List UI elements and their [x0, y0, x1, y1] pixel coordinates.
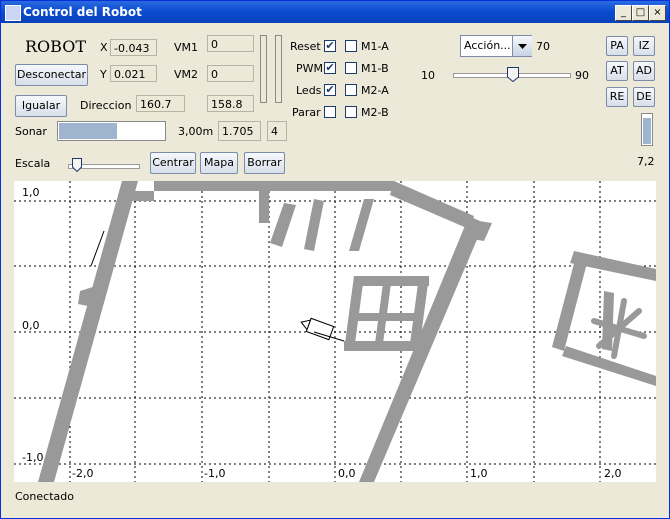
app-icon [5, 5, 21, 21]
check-m1b[interactable] [345, 62, 357, 74]
check-leds-mark: ✔ [325, 83, 335, 96]
center-button[interactable]: Centrar [150, 152, 196, 174]
check-reset-label: Reset [290, 40, 321, 53]
check-leds[interactable]: ✔ [324, 84, 336, 96]
direction-label: Direccion [80, 99, 132, 112]
x-label: X [100, 41, 108, 54]
vm1-label: VM1 [174, 41, 199, 54]
check-m2a-label: M2-A [361, 84, 389, 97]
sonar-label: Sonar [15, 125, 47, 138]
action-dropdown[interactable]: Acción... [460, 35, 532, 57]
check-m2a[interactable] [345, 84, 357, 96]
speed-slider-max: 90 [575, 69, 589, 82]
nav-button-re[interactable]: RE [606, 87, 628, 107]
vm2-label: VM2 [174, 68, 199, 81]
minimize-button[interactable]: _ [615, 5, 632, 21]
robot-title: ROBOT [25, 37, 87, 56]
scale-slider-thumb[interactable] [72, 158, 82, 173]
check-m2b[interactable] [345, 106, 357, 118]
status-text: Conectado [15, 490, 74, 503]
action-value: 70 [536, 40, 550, 53]
vm2-field: 0 [207, 65, 254, 82]
map-snowflake [591, 298, 647, 359]
chevron-down-icon[interactable] [512, 36, 532, 56]
maximize-button[interactable]: □ [632, 5, 649, 21]
vertical-level-fill [643, 118, 651, 144]
vertical-level-value: 7,2 [637, 155, 655, 168]
y-label-neg1: -1,0 [22, 451, 43, 464]
check-pwm-mark: ✔ [325, 61, 335, 74]
window-title: Control del Robot [23, 5, 142, 19]
vm1-level-bar [260, 35, 267, 103]
nav-button-iz[interactable]: IZ [633, 36, 655, 56]
sonar-range: 3,00m [178, 125, 214, 138]
vm2-level-bar [275, 35, 282, 103]
x-label-2: 2,0 [604, 467, 622, 480]
check-m1a-label: M1-A [361, 40, 389, 53]
x-label-1: 1,0 [470, 467, 488, 480]
action-dropdown-value: Acción... [464, 39, 511, 52]
direction-field-2: 158.8 [207, 95, 254, 112]
check-leds-label: Leds [296, 84, 322, 97]
sonar-bar [57, 121, 166, 141]
vm1-field: 0 [207, 35, 254, 52]
check-pwm-label: PWM [296, 62, 324, 75]
nav-button-pa[interactable]: PA [606, 36, 628, 56]
y-label: Y [100, 68, 107, 81]
map-button[interactable]: Mapa [200, 152, 238, 174]
check-parar-label: Parar [292, 106, 321, 119]
speed-slider-thumb[interactable] [507, 67, 519, 83]
scale-label: Escala [15, 157, 51, 170]
sonar-value-field: 1.705 [218, 121, 261, 141]
nav-button-ad[interactable]: AD [633, 61, 655, 81]
nav-button-at[interactable]: AT [606, 61, 628, 81]
x-label-neg1: -1,0 [204, 467, 225, 480]
sonar-count-field: 4 [267, 121, 287, 141]
y-label-0: 0,0 [22, 319, 40, 332]
check-m1a[interactable] [345, 40, 357, 52]
title-bar: Control del Robot _ □ × [1, 1, 669, 23]
sonar-bar-fill [59, 123, 117, 139]
check-m2b-label: M2-B [361, 106, 389, 119]
map-drawing: 1,0 0,0 -1,0 -2,0 -1,0 0,0 1,0 2,0 [14, 181, 656, 482]
x-value-field: -0.043 [110, 39, 157, 56]
equalize-button[interactable]: Igualar [15, 95, 67, 117]
check-reset-mark: ✔ [325, 39, 335, 52]
close-button[interactable]: × [649, 5, 666, 21]
speed-slider-min: 10 [421, 69, 435, 82]
check-parar[interactable] [324, 106, 336, 118]
map-canvas[interactable]: 1,0 0,0 -1,0 -2,0 -1,0 0,0 1,0 2,0 [14, 181, 656, 482]
x-label-neg2: -2,0 [72, 467, 93, 480]
y-value-field: 0.021 [110, 65, 157, 82]
nav-button-de[interactable]: DE [633, 87, 655, 107]
check-reset[interactable]: ✔ [324, 40, 336, 52]
disconnect-button[interactable]: Desconectar [15, 64, 88, 86]
y-label-1: 1,0 [22, 186, 40, 199]
x-label-0: 0,0 [338, 467, 356, 480]
check-m1b-label: M1-B [361, 62, 389, 75]
direction-field-1: 160.7 [136, 95, 185, 112]
check-pwm[interactable]: ✔ [324, 62, 336, 74]
vertical-level-bar [641, 113, 653, 146]
clear-button[interactable]: Borrar [244, 152, 285, 174]
